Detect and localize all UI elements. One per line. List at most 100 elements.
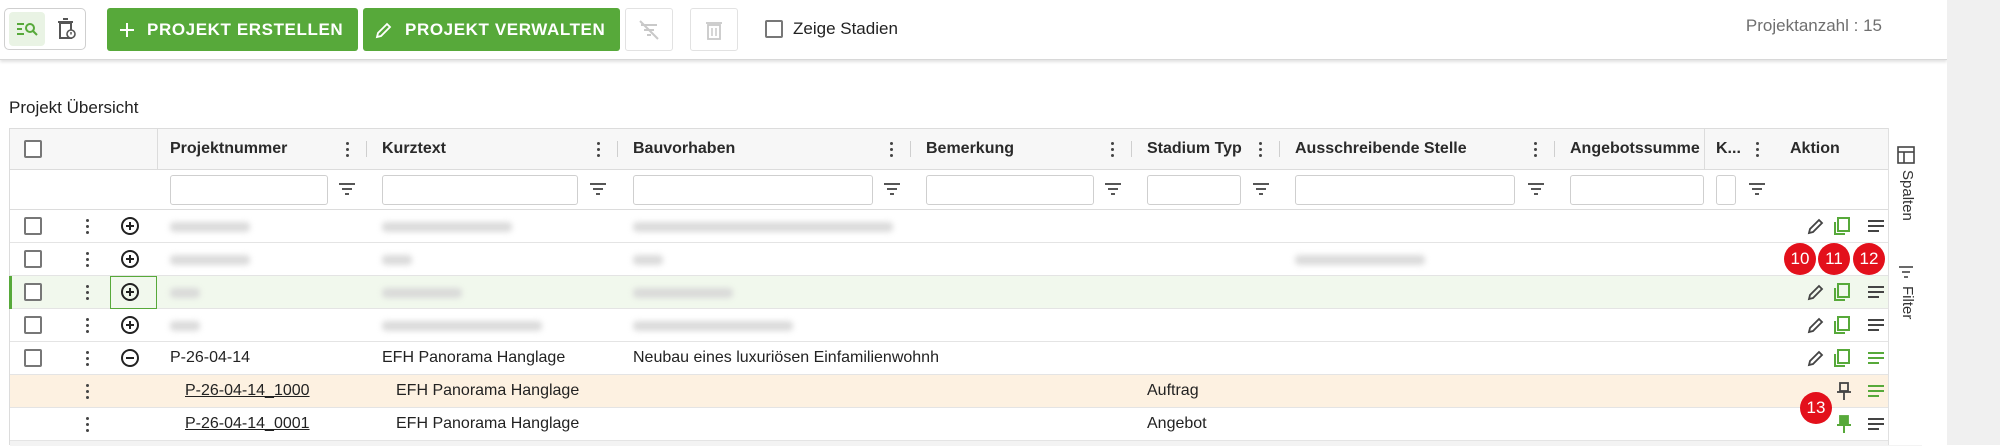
col-kurztext-menu-icon[interactable] [597,142,600,157]
scrollbar[interactable] [1947,0,2000,445]
row-menu-icon[interactable] [86,384,89,399]
header-row: Projektnummer Kurztext Bauvorhaben Bemer… [10,129,1922,170]
filter-input-stadium-typ[interactable] [1147,175,1241,205]
row-menu-icon[interactable] [86,252,89,267]
edit-pencil-icon[interactable] [1807,316,1825,334]
child-projektnummer-link[interactable]: P-26-04-14_1000 [185,375,310,407]
filter-icon[interactable] [1748,182,1766,196]
child-row[interactable]: P-26-04-14_0001 EFH Panorama Hanglage An… [10,408,1922,441]
col-bauvorhaben-menu-icon[interactable] [890,142,893,157]
col-k-menu-icon[interactable] [1756,142,1759,157]
col-ausschreibende-stelle-menu-icon[interactable] [1534,142,1537,157]
child-projektnummer-link[interactable]: P-26-04-14_0001 [185,408,310,440]
row-menu-icon[interactable] [86,318,89,333]
copy-icon[interactable] [1832,216,1852,236]
details-icon[interactable] [1867,285,1885,299]
filter-icon[interactable] [883,182,901,196]
archive-view-button[interactable] [49,12,85,46]
blurred-cell [633,288,733,298]
blurred-cell [170,222,250,232]
collapse-icon[interactable] [121,349,139,367]
table-row[interactable] [10,309,1922,342]
col-stadium-typ[interactable]: Stadium Typ [1147,129,1242,169]
cell-kurztext: EFH Panorama Hanglage [396,382,580,399]
col-k[interactable]: K... [1716,129,1741,169]
table-row-selected[interactable] [9,276,1922,309]
expand-icon[interactable] [121,250,139,268]
filter-input-angebotssumme[interactable] [1570,175,1704,205]
child-row[interactable]: P-26-04-14_1000 EFH Panorama Hanglage Au… [10,375,1922,408]
page-title: Projekt Übersicht [9,98,139,117]
show-stages-toggle[interactable]: Zeige Stadien [765,19,898,39]
details-icon[interactable] [1867,417,1885,431]
col-projektnummer-menu-icon[interactable] [346,142,349,157]
col-stadium-typ-menu-icon[interactable] [1259,142,1262,157]
filter-input-bemerkung[interactable] [926,175,1094,205]
table-row[interactable] [10,210,1922,243]
col-projektnummer[interactable]: Projektnummer [170,129,287,169]
list-search-icon [17,23,38,36]
manage-project-button[interactable]: PROJEKT VERWALTEN [363,8,621,51]
row-menu-icon[interactable] [86,219,89,234]
filter-icon[interactable] [338,182,356,196]
details-icon[interactable] [1867,384,1885,398]
table-row-expanded[interactable]: P-26-04-14 EFH Panorama Hanglage Neubau … [10,342,1922,375]
annotation-badge: 12 [1853,243,1885,275]
filter-input-k[interactable] [1716,175,1736,205]
pin-filled-icon[interactable] [1836,414,1852,434]
filter-tab-label[interactable]: Filter [1899,286,1916,319]
filter-input-ausschreibende-stelle[interactable] [1295,175,1515,205]
filter-icon[interactable] [1527,182,1545,196]
archive-icon [58,18,76,39]
expand-icon[interactable] [121,316,139,334]
row-menu-icon[interactable] [86,351,89,366]
trash-icon [706,21,722,40]
columns-tab-label[interactable]: Spalten [1899,170,1916,221]
delete-button[interactable] [690,8,738,51]
details-icon[interactable] [1867,318,1885,332]
copy-icon[interactable] [1832,348,1852,368]
copy-icon[interactable] [1832,282,1852,302]
col-bemerkung-menu-icon[interactable] [1111,142,1114,157]
row-checkbox[interactable] [24,316,42,334]
col-kurztext[interactable]: Kurztext [382,129,446,169]
details-icon[interactable] [1867,351,1885,365]
row-checkbox[interactable] [24,250,42,268]
filter-icon[interactable] [1104,182,1122,196]
expand-icon[interactable] [121,217,139,235]
list-search-view-button[interactable] [9,12,45,46]
filter-icon[interactable] [589,182,607,196]
row-checkbox[interactable] [24,217,42,235]
clear-filter-button[interactable] [625,8,673,51]
row-menu-icon[interactable] [86,417,89,432]
view-toggle-group [4,8,86,50]
filter-icon[interactable] [1898,265,1914,279]
show-stages-checkbox[interactable] [765,20,783,38]
col-ausschreibende-stelle[interactable]: Ausschreibende Stelle [1295,129,1467,169]
edit-pencil-icon[interactable] [1807,283,1825,301]
filter-input-projektnummer[interactable] [170,175,328,205]
table-row-partial [10,441,1922,446]
copy-icon[interactable] [1832,315,1852,335]
cell-kurztext: EFH Panorama Hanglage [382,349,566,366]
col-bauvorhaben[interactable]: Bauvorhaben [633,129,735,169]
row-menu-icon[interactable] [86,285,89,300]
details-icon[interactable] [1867,219,1885,233]
row-checkbox[interactable] [24,283,42,301]
filter-input-bauvorhaben[interactable] [633,175,873,205]
row-checkbox[interactable] [24,349,42,367]
create-project-button[interactable]: PROJEKT ERSTELLEN [107,8,359,51]
filter-icon[interactable] [1252,182,1270,196]
selection-indicator [9,276,12,309]
columns-icon[interactable] [1897,146,1915,164]
col-angebotssumme[interactable]: Angebotssumme [1570,129,1700,169]
filter-input-kurztext[interactable] [382,175,578,205]
cell-stadium: Auftrag [1147,382,1199,399]
col-bemerkung[interactable]: Bemerkung [926,129,1014,169]
edit-pencil-icon[interactable] [1807,349,1825,367]
select-all-checkbox[interactable] [24,140,42,158]
edit-pencil-icon[interactable] [1807,217,1825,235]
pin-icon[interactable] [1836,381,1852,401]
table-row[interactable] [10,243,1922,276]
expand-icon[interactable] [121,283,139,301]
